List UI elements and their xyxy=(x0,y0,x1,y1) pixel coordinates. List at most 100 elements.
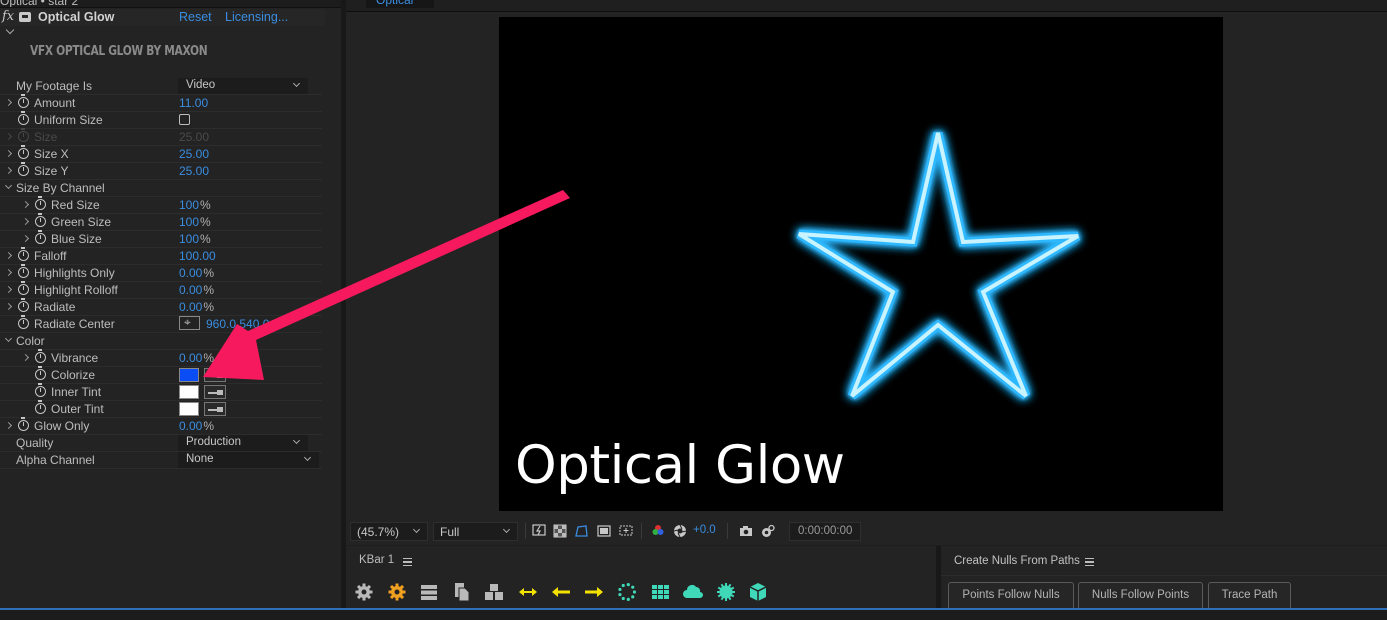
cube-icon[interactable] xyxy=(748,582,768,602)
effect-controls-tab[interactable]: Optical • star 2 xyxy=(0,0,341,8)
eyedropper-icon[interactable] xyxy=(204,402,226,416)
orange-gear-icon[interactable] xyxy=(387,582,407,602)
chevron-right-icon[interactable] xyxy=(4,268,13,277)
chevron-right-icon[interactable] xyxy=(4,421,13,430)
quality-dropdown[interactable]: Production xyxy=(178,435,308,451)
timecode-field[interactable]: 0:00:00:00 xyxy=(789,522,861,541)
my-footage-is-dropdown[interactable]: Video xyxy=(178,78,308,94)
stopwatch-icon[interactable] xyxy=(35,383,46,397)
chevron-right-icon[interactable] xyxy=(4,251,13,260)
trace-path-button[interactable]: Trace Path xyxy=(1208,582,1291,608)
property-value[interactable]: 0.00% xyxy=(179,283,214,297)
percent-unit: % xyxy=(203,419,215,433)
property-value[interactable]: 0.00% xyxy=(179,351,214,365)
chevron-right-icon[interactable] xyxy=(4,166,13,175)
stopwatch-icon[interactable] xyxy=(18,145,29,159)
chevron-down-icon[interactable] xyxy=(4,334,13,343)
colorize-color-swatch[interactable] xyxy=(179,368,199,382)
chevron-down-icon[interactable] xyxy=(5,25,15,35)
magnification-dropdown[interactable]: (45.7%) xyxy=(350,522,428,541)
mask-path-visibility-icon[interactable] xyxy=(575,524,589,538)
stopwatch-icon[interactable] xyxy=(18,315,29,329)
property-value[interactable]: 0.00% xyxy=(179,300,214,314)
uniform-size-checkbox[interactable] xyxy=(179,114,190,125)
stopwatch-icon[interactable] xyxy=(35,349,46,363)
composition-tab[interactable]: Optical xyxy=(366,0,434,8)
arrow-left-icon[interactable] xyxy=(551,582,571,602)
reset-link[interactable]: Reset xyxy=(179,10,212,24)
burst-icon[interactable] xyxy=(716,582,736,602)
effect-name[interactable]: Optical Glow xyxy=(38,10,114,24)
chevron-right-icon[interactable] xyxy=(4,302,13,311)
dropdown-value: None xyxy=(186,453,214,465)
chevron-right-icon[interactable] xyxy=(4,98,13,107)
property-value[interactable]: 0.00% xyxy=(179,266,214,280)
snapshot-camera-icon[interactable] xyxy=(739,524,753,538)
property-value[interactable]: 100% xyxy=(179,198,211,212)
stopwatch-icon[interactable] xyxy=(18,247,29,261)
chevron-right-icon[interactable] xyxy=(21,200,30,209)
inner-tint-color-swatch[interactable] xyxy=(179,385,199,399)
property-value[interactable]: 100.00 xyxy=(179,249,216,263)
chevron-right-icon[interactable] xyxy=(4,132,13,141)
panel-menu-icon[interactable] xyxy=(1085,558,1094,566)
property-value[interactable]: 100% xyxy=(179,232,211,246)
property-row-quality: Quality Production xyxy=(0,435,322,452)
stopwatch-icon[interactable] xyxy=(18,162,29,176)
arrow-right-icon[interactable] xyxy=(584,582,604,602)
layers-stack-icon[interactable] xyxy=(419,582,439,602)
cloud-icon[interactable] xyxy=(683,582,703,602)
stopwatch-icon[interactable] xyxy=(18,417,29,431)
exposure-value[interactable]: +0.0 xyxy=(693,524,716,536)
stopwatch-icon[interactable] xyxy=(35,366,46,380)
points-follow-nulls-button[interactable]: Points Follow Nulls xyxy=(948,582,1074,608)
property-value[interactable]: 25.00 xyxy=(179,147,209,161)
stopwatch-icon[interactable] xyxy=(18,111,29,125)
grid-icon[interactable] xyxy=(650,582,670,602)
chevron-right-icon[interactable] xyxy=(4,149,13,158)
nulls-follow-points-button[interactable]: Nulls Follow Points xyxy=(1078,582,1203,608)
property-value[interactable]: 0.00% xyxy=(179,419,214,433)
chevron-right-icon[interactable] xyxy=(21,234,30,243)
stopwatch-icon[interactable] xyxy=(35,196,46,210)
chevron-right-icon[interactable] xyxy=(4,285,13,294)
stopwatch-icon[interactable] xyxy=(18,298,29,312)
stopwatch-icon[interactable] xyxy=(35,230,46,244)
copy-pages-icon[interactable] xyxy=(452,582,472,602)
stopwatch-icon[interactable] xyxy=(18,264,29,278)
licensing-link[interactable]: Licensing... xyxy=(225,10,288,24)
channel-rgb-icon[interactable] xyxy=(651,524,665,538)
stopwatch-icon[interactable] xyxy=(18,281,29,295)
fast-preview-icon[interactable] xyxy=(532,524,546,538)
transparency-grid-icon[interactable] xyxy=(553,524,567,538)
property-label: Radiate Center xyxy=(34,317,115,331)
settings-gear-icon[interactable] xyxy=(354,582,374,602)
property-value[interactable]: 11.00 xyxy=(179,96,208,110)
composition-canvas[interactable]: Optical Glow xyxy=(499,17,1223,511)
stopwatch-icon[interactable] xyxy=(35,400,46,414)
fx-toggle-icon[interactable]: fx xyxy=(2,9,14,24)
grid-guides-icon[interactable] xyxy=(619,524,633,538)
property-value[interactable]: 100% xyxy=(179,215,211,229)
chevron-down-icon[interactable] xyxy=(4,181,13,190)
property-value[interactable]: 25.00 xyxy=(179,164,209,178)
exposure-reset-icon[interactable] xyxy=(673,524,687,538)
region-of-interest-icon[interactable] xyxy=(597,524,611,538)
chevron-right-icon[interactable] xyxy=(21,353,30,362)
stopwatch-icon[interactable] xyxy=(35,213,46,227)
dotted-circle-icon[interactable] xyxy=(617,582,637,602)
eyedropper-icon[interactable] xyxy=(204,385,226,399)
resolution-dropdown[interactable]: Full xyxy=(433,522,518,541)
show-snapshot-icon[interactable] xyxy=(761,524,775,538)
alpha-channel-dropdown[interactable]: None xyxy=(178,452,319,468)
stopwatch-icon[interactable] xyxy=(18,94,29,108)
chevron-right-icon[interactable] xyxy=(21,217,30,226)
crosshair-icon[interactable] xyxy=(179,315,200,330)
stopwatch-icon[interactable] xyxy=(18,128,29,142)
eyedropper-icon[interactable] xyxy=(204,368,226,382)
cubes-icon[interactable] xyxy=(484,582,504,602)
outer-tint-color-swatch[interactable] xyxy=(179,402,199,416)
double-arrow-icon[interactable] xyxy=(518,582,538,602)
panel-menu-icon[interactable] xyxy=(403,558,412,566)
radiate-center-value[interactable]: 960.0,540.0 xyxy=(206,317,269,331)
